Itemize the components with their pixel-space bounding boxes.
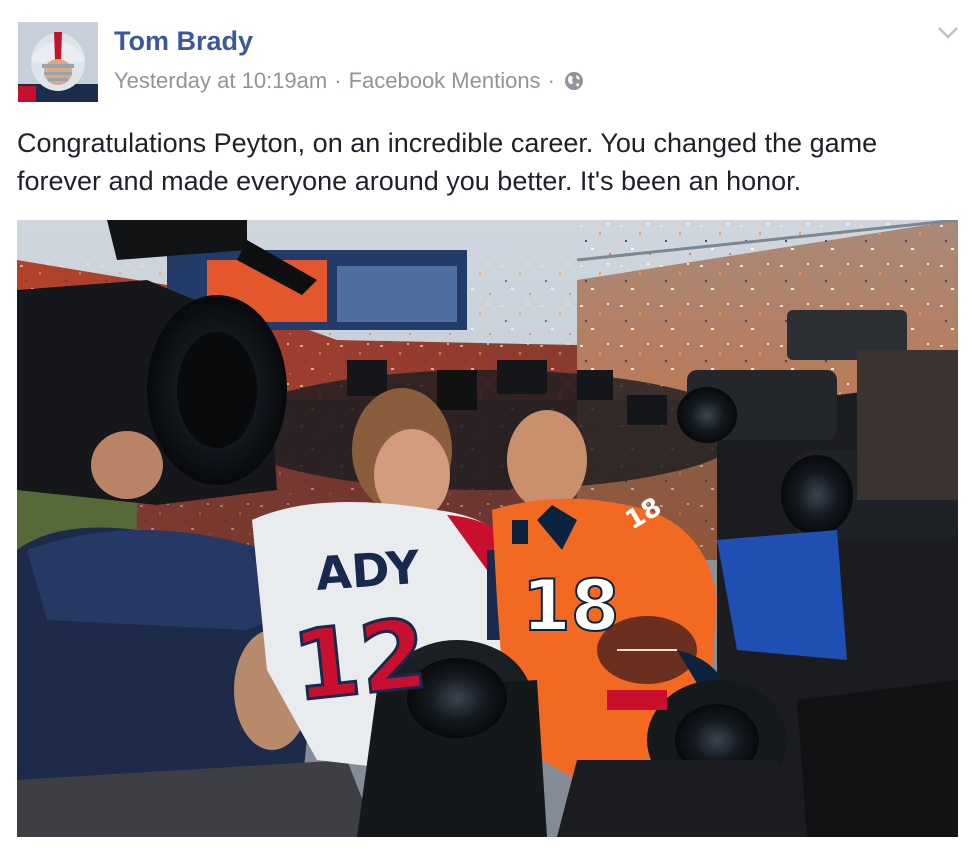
stadium-photo: ADY 12 18 18	[17, 220, 958, 837]
author-name[interactable]: Tom Brady	[114, 26, 253, 57]
post-meta: Yesterday at 10:19am · Facebook Mentions…	[114, 68, 584, 94]
meta-separator: ·	[334, 68, 342, 93]
meta-separator: ·	[547, 68, 555, 93]
post-photo[interactable]: ADY 12 18 18	[17, 220, 958, 837]
jersey-left-number: 12	[288, 598, 433, 723]
avatar-image	[18, 22, 98, 102]
author-avatar[interactable]	[18, 22, 98, 102]
post-source[interactable]: Facebook Mentions	[349, 68, 541, 94]
post-timestamp[interactable]: Yesterday at 10:19am	[114, 68, 327, 94]
facebook-post: Tom Brady Yesterday at 10:19am · Faceboo…	[0, 0, 978, 856]
chevron-down-icon[interactable]	[936, 24, 960, 42]
jersey-left-name: ADY	[314, 540, 422, 601]
globe-icon[interactable]	[564, 71, 584, 91]
jersey-right-number: 18	[522, 565, 619, 647]
post-message: Congratulations Peyton, on an incredible…	[17, 128, 878, 196]
